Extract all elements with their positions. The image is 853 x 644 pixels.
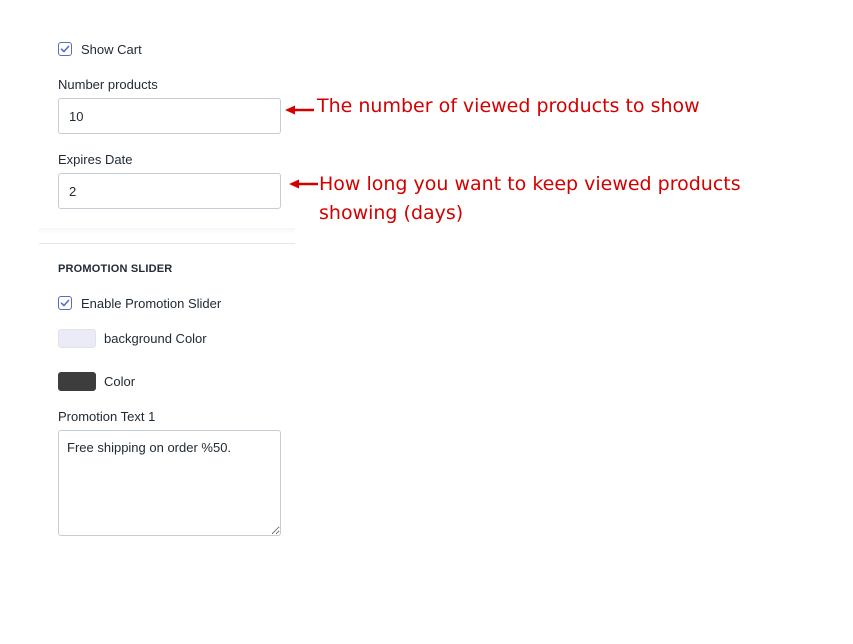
show-cart-checkbox[interactable]	[58, 42, 72, 56]
section-divider	[39, 243, 295, 244]
background-color-row: background Color	[58, 328, 207, 348]
color-row: Color	[58, 371, 135, 391]
expires-annotation-line-2: showing (days)	[319, 202, 464, 224]
settings-panel: Show Cart Number products Expires Date P…	[0, 0, 853, 644]
promotion-text-label: Promotion Text 1	[58, 409, 156, 424]
promotion-text-textarea[interactable]	[58, 430, 281, 536]
checkmark-icon	[60, 299, 70, 307]
number-products-annotation: The number of viewed products to show	[317, 95, 700, 117]
enable-promotion-checkbox[interactable]	[58, 296, 72, 310]
color-swatch[interactable]	[58, 371, 96, 391]
number-products-input[interactable]	[58, 98, 281, 134]
expires-date-input[interactable]	[58, 173, 281, 209]
number-products-label: Number products	[58, 77, 158, 92]
checkmark-icon	[60, 45, 70, 53]
expires-date-annotation: How long you want to keep viewed product…	[319, 170, 741, 228]
expires-date-label: Expires Date	[58, 152, 133, 167]
show-cart-label: Show Cart	[81, 41, 142, 57]
enable-promotion-label: Enable Promotion Slider	[81, 295, 222, 311]
background-color-label: background Color	[104, 330, 207, 346]
promotion-slider-heading: PROMOTION SLIDER	[58, 263, 173, 275]
arrow-left-icon	[289, 179, 318, 189]
background-color-swatch[interactable]	[58, 328, 96, 348]
enable-promotion-row: Enable Promotion Slider	[58, 294, 221, 312]
show-cart-row: Show Cart	[58, 40, 142, 58]
section-divider-shadow	[39, 228, 295, 234]
expires-annotation-line-1: How long you want to keep viewed product…	[319, 173, 741, 195]
color-label: Color	[104, 373, 136, 389]
arrow-left-icon	[285, 105, 314, 115]
